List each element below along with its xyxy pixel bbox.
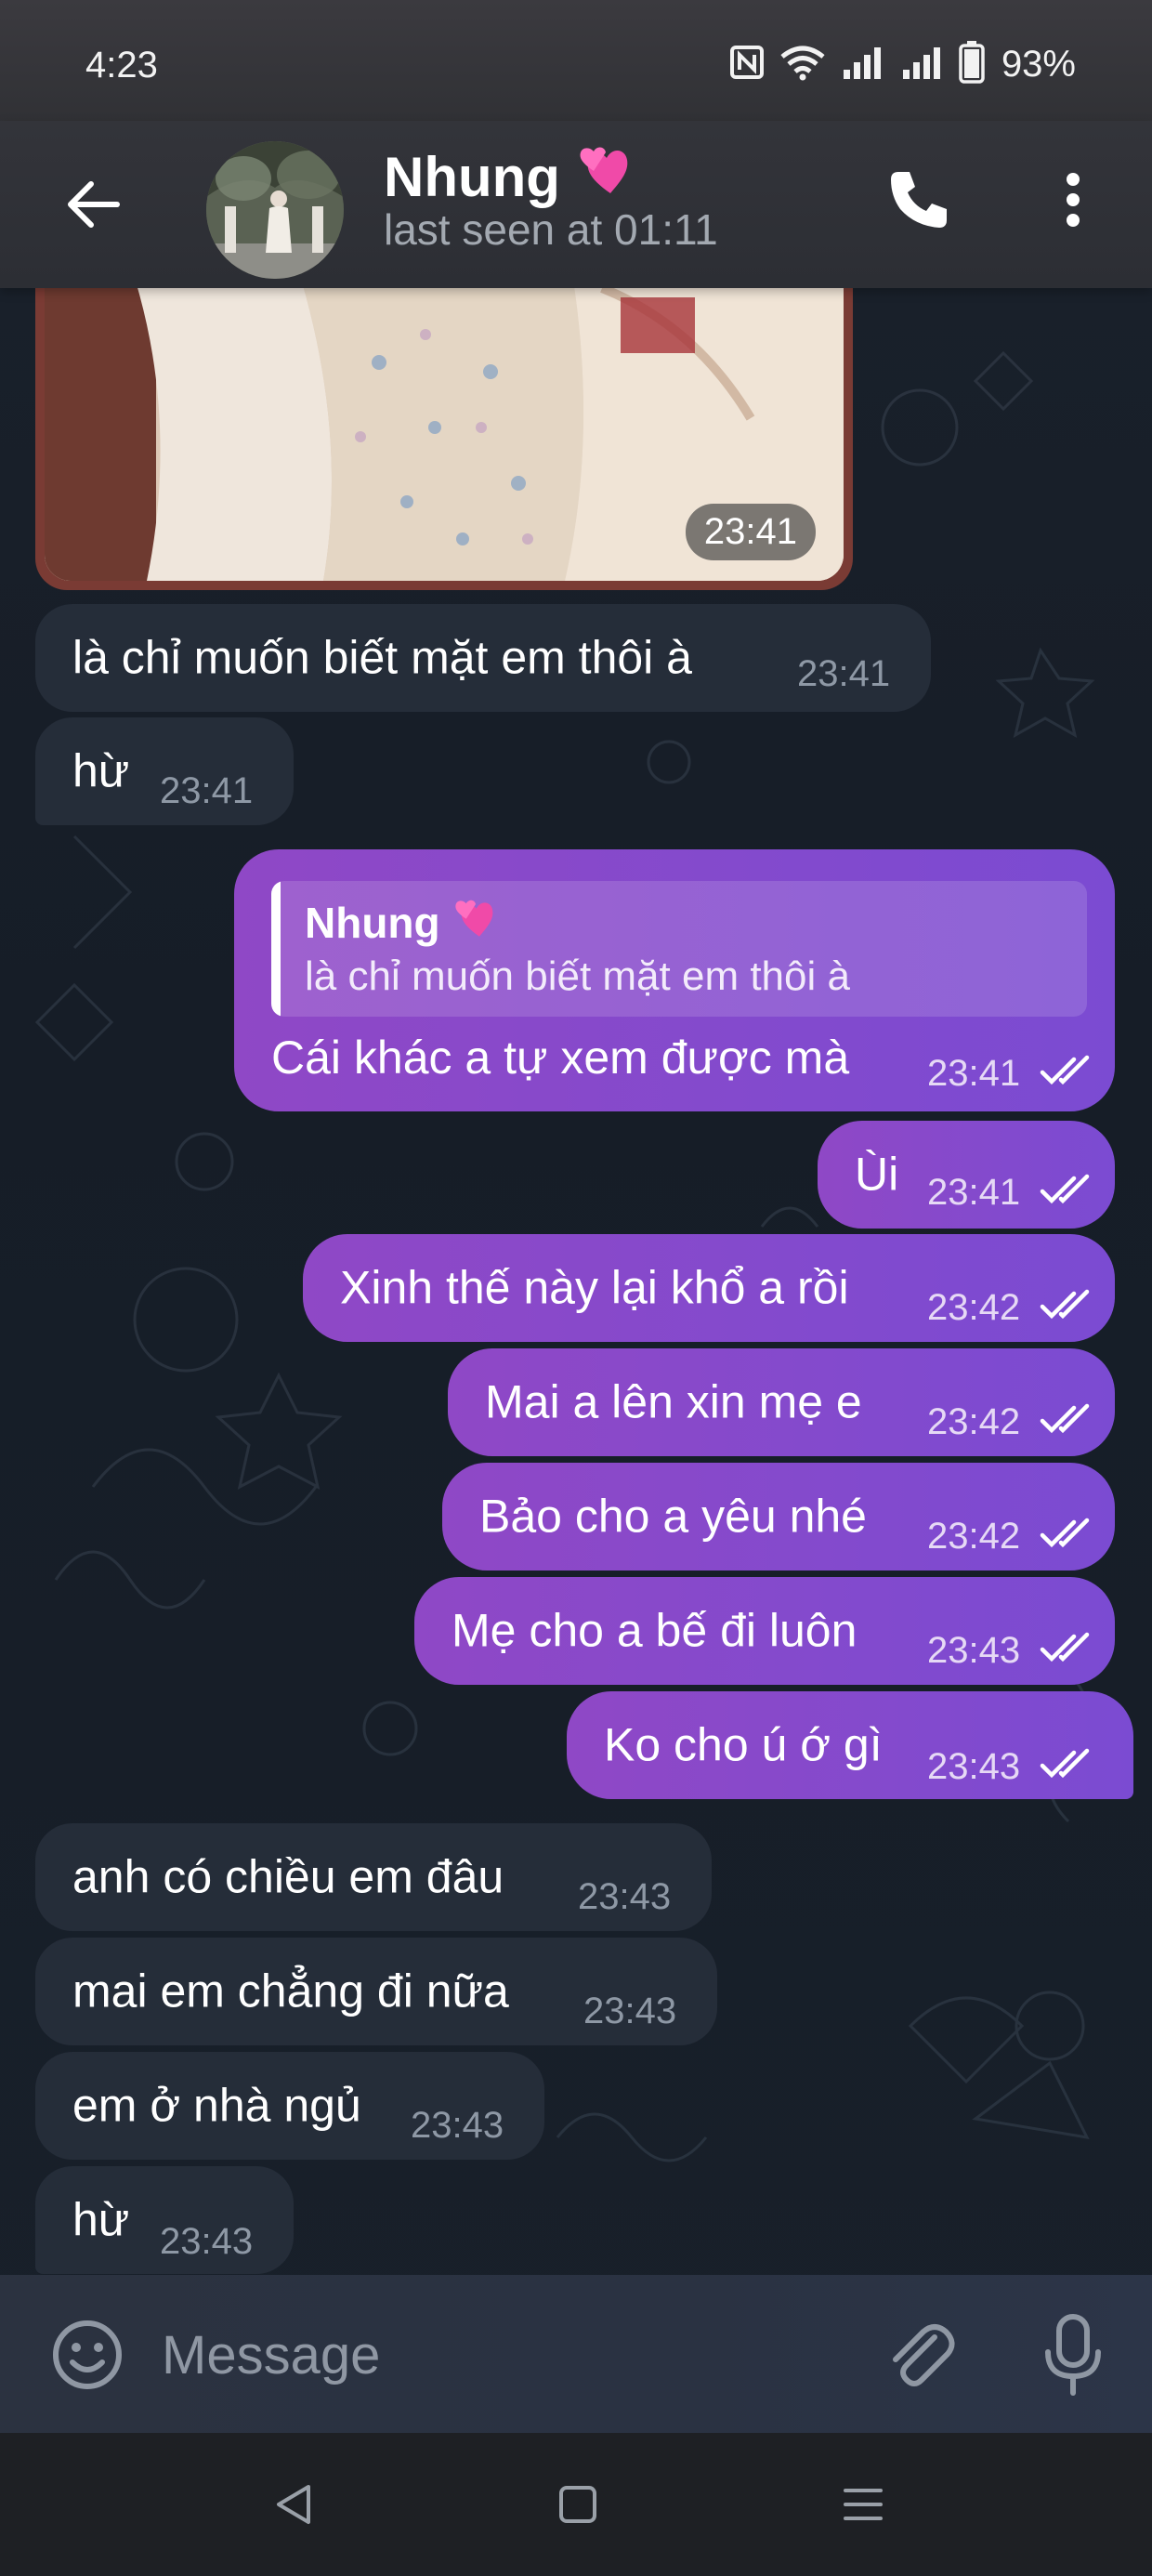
reply-sender-name: Nhung	[305, 899, 440, 947]
back-button[interactable]	[54, 165, 132, 243]
message-text: Ùi	[855, 1148, 899, 1201]
double-check-icon	[1040, 1174, 1090, 1204]
message-input[interactable]	[160, 2317, 814, 2393]
status-bar: 4:23 93%	[0, 0, 1152, 139]
double-check-icon	[1040, 1403, 1090, 1434]
chat-screen: 23:41 4:23 93% Nhung last seen at 01:11 …	[0, 0, 1152, 2576]
message-text: Mẹ cho a bế đi luôn	[452, 1604, 857, 1657]
reply-sender: Nhung	[305, 894, 502, 953]
double-check-icon	[1040, 1289, 1090, 1320]
reply-accent-bar	[271, 881, 281, 1017]
message-text: hừ	[72, 2193, 130, 2246]
message-time: 23:42	[927, 1401, 1021, 1442]
photo-timestamp: 23:41	[685, 504, 816, 560]
message-time: 23:43	[411, 2105, 504, 2146]
message-time: 23:42	[927, 1287, 1021, 1328]
message-text: mai em chẳng đi nữa	[72, 1965, 509, 2017]
message-bubble-outgoing[interactable]: Nhung là chỉ muốn biết mặt em thôi à Cái…	[234, 849, 1115, 1111]
chat-header: Nhung last seen at 01:11	[0, 121, 1152, 288]
phone-icon	[891, 172, 947, 228]
avatar-image	[206, 141, 344, 279]
signal-icon-sim2	[899, 44, 946, 85]
message-bubble-outgoing[interactable]: Ùi 23:41	[818, 1121, 1115, 1229]
more-vertical-icon	[1067, 173, 1080, 227]
status-time: 4:23	[85, 45, 158, 85]
menu-lines-icon	[844, 2489, 883, 2520]
attach-button[interactable]	[878, 2314, 962, 2398]
smiley-icon	[53, 2320, 122, 2389]
message-text: anh có chiều em đâu	[72, 1850, 504, 1903]
message-text: Ko cho ú ớ gì	[604, 1718, 883, 1771]
nav-recents-button[interactable]	[831, 2472, 896, 2537]
message-time: 23:41	[160, 770, 254, 811]
double-check-icon	[1040, 1632, 1090, 1663]
message-bubble-incoming[interactable]: là chỉ muốn biết mặt em thôi à 23:41	[35, 604, 931, 712]
call-button[interactable]	[877, 158, 961, 242]
message-bubble-outgoing[interactable]: Mẹ cho a bế đi luôn 23:43	[414, 1577, 1115, 1685]
avatar[interactable]	[206, 141, 344, 279]
message-time: 23:41	[927, 1172, 1021, 1213]
microphone-icon	[1045, 2314, 1101, 2396]
double-check-icon	[1040, 1748, 1090, 1779]
battery-percentage: 93%	[1001, 44, 1076, 85]
double-check-icon	[1040, 1055, 1090, 1085]
emoji-button[interactable]	[48, 2316, 126, 2394]
message-bubble-outgoing[interactable]: Bảo cho a yêu nhé 23:42	[442, 1463, 1115, 1571]
reply-quoted-text: là chỉ muốn biết mặt em thôi à	[305, 953, 850, 999]
message-bubble-incoming[interactable]: hừ 23:43	[35, 2166, 294, 2274]
status-icons: 93%	[728, 41, 1076, 88]
message-text: Mai a lên xin mẹ e	[485, 1375, 862, 1428]
message-bubble-incoming[interactable]: mai em chẳng đi nữa 23:43	[35, 1938, 717, 2045]
message-time: 23:43	[927, 1746, 1021, 1787]
reply-preview[interactable]: Nhung là chỉ muốn biết mặt em thôi à	[271, 881, 1087, 1017]
message-time: 23:41	[927, 1053, 1021, 1094]
message-bubble-incoming[interactable]: em ở nhà ngủ 23:43	[35, 2052, 544, 2160]
message-time: 23:42	[927, 1516, 1021, 1557]
message-text: hừ	[72, 744, 130, 797]
message-text: là chỉ muốn biết mặt em thôi à	[72, 631, 692, 684]
heart-emoji-icon	[573, 139, 638, 214]
message-bubble-outgoing[interactable]: Mai a lên xin mẹ e 23:42	[448, 1348, 1115, 1456]
message-time: 23:43	[583, 1991, 677, 2031]
arrow-left-icon	[68, 181, 120, 228]
message-text: Bảo cho a yêu nhé	[479, 1490, 867, 1543]
paperclip-icon	[893, 2324, 955, 2386]
nav-back-button[interactable]	[262, 2472, 327, 2537]
message-text: Cái khác a tự xem được mà	[271, 1032, 850, 1084]
signal-icon-sim1	[840, 44, 886, 85]
double-check-icon	[1040, 1518, 1090, 1548]
more-options-button[interactable]	[1031, 158, 1115, 242]
message-time: 23:43	[578, 1876, 672, 1917]
nav-home-button[interactable]	[545, 2472, 610, 2537]
nfc-icon	[728, 44, 766, 85]
contact-name-text: Nhung	[384, 145, 560, 208]
system-navigation-bar	[0, 2433, 1152, 2576]
message-text: Xinh thế này lại khổ a rồi	[340, 1261, 849, 1314]
message-time: 23:43	[160, 2221, 254, 2262]
message-composer	[0, 2275, 1152, 2433]
triangle-back-icon	[277, 2485, 310, 2524]
message-bubble-incoming[interactable]: anh có chiều em đâu 23:43	[35, 1823, 712, 1931]
battery-icon	[959, 41, 985, 88]
message-bubble-incoming[interactable]: hừ 23:41	[35, 717, 294, 825]
heart-emoji-icon	[450, 894, 502, 953]
message-time: 23:41	[797, 653, 891, 694]
last-seen-status: last seen at 01:11	[384, 205, 718, 254]
message-text: em ở nhà ngủ	[72, 2079, 361, 2132]
voice-record-button[interactable]	[1031, 2310, 1115, 2399]
square-home-icon	[559, 2486, 596, 2523]
wifi-icon	[779, 44, 827, 85]
message-bubble-outgoing[interactable]: Ko cho ú ớ gì 23:43	[567, 1691, 1133, 1799]
message-time: 23:43	[927, 1630, 1021, 1671]
contact-name[interactable]: Nhung	[384, 139, 638, 214]
message-bubble-outgoing[interactable]: Xinh thế này lại khổ a rồi 23:42	[303, 1234, 1115, 1342]
